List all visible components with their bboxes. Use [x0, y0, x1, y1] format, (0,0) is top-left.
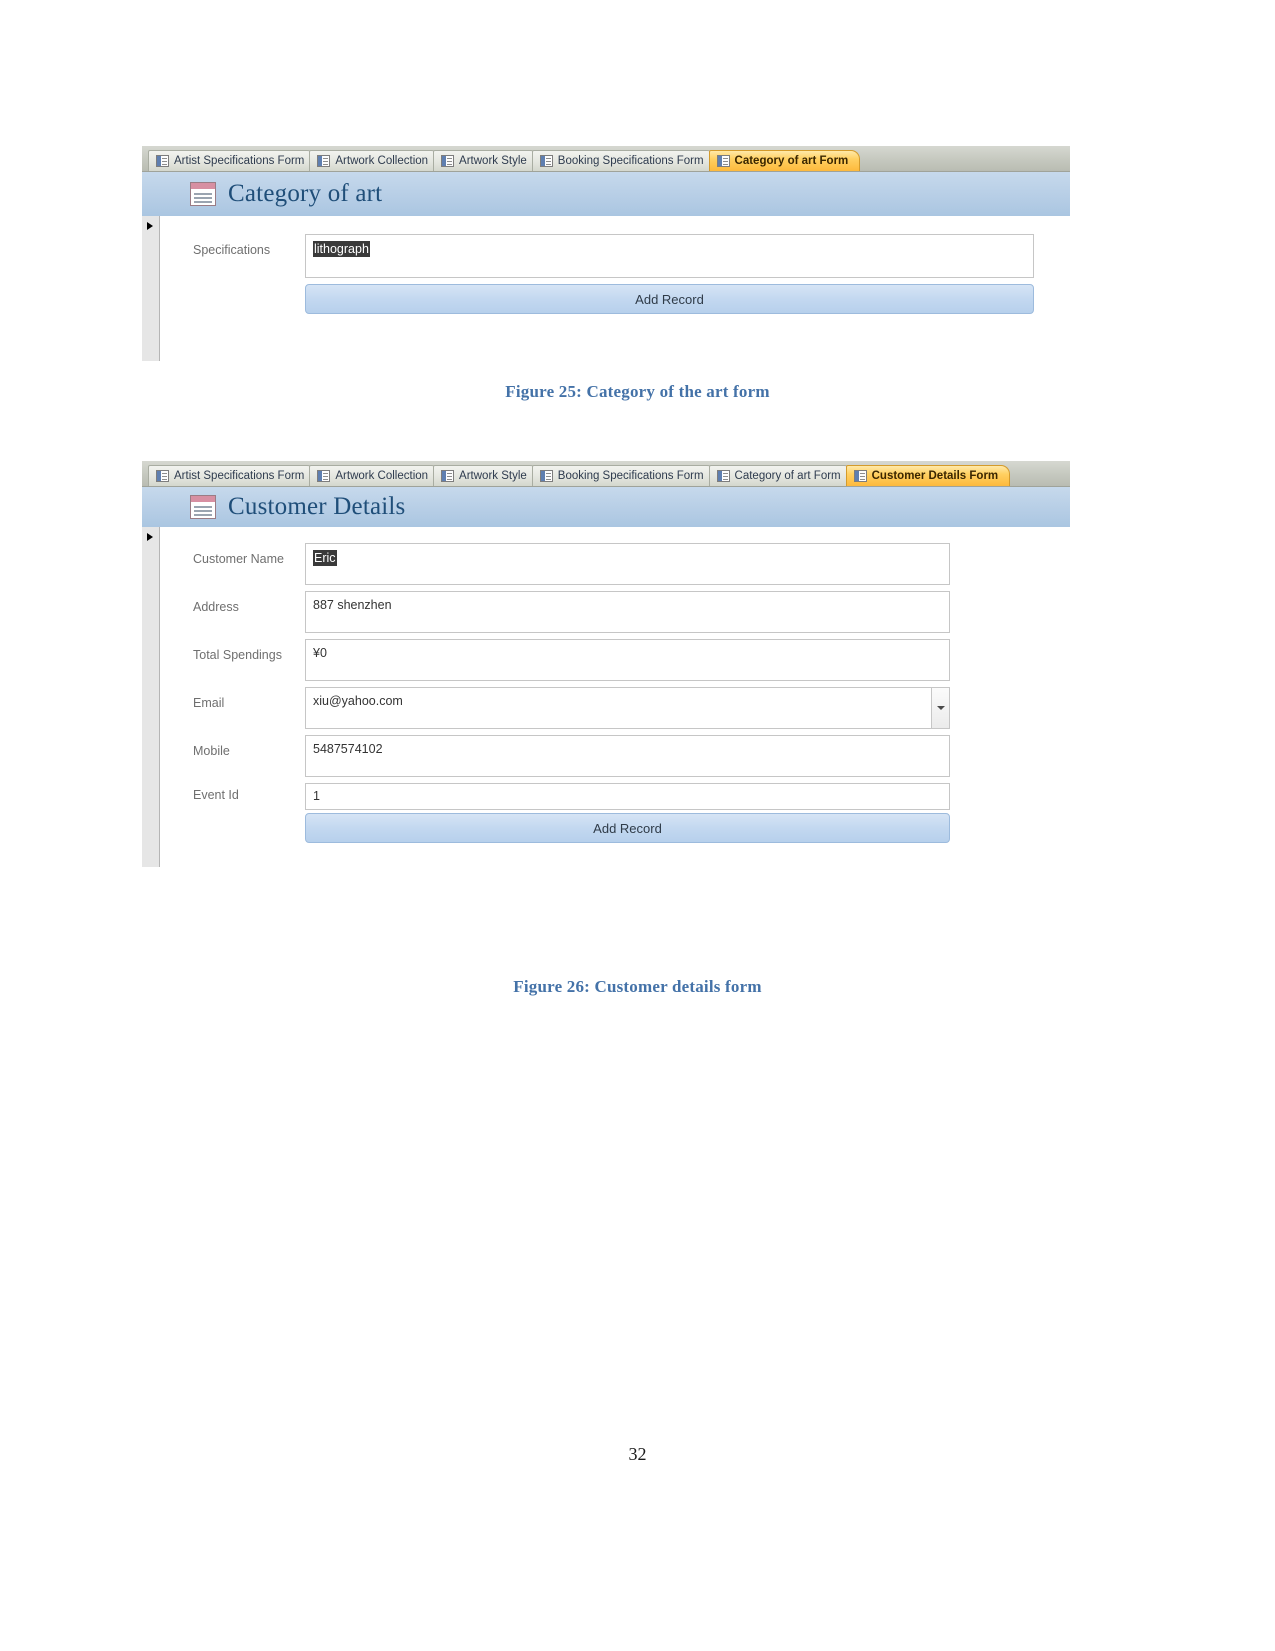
- tab-label: Artist Specifications Form: [174, 470, 305, 482]
- field-row-specifications: Specifications lithograph: [193, 234, 1034, 278]
- tab-artwork-collection[interactable]: Artwork Collection: [309, 465, 441, 486]
- form-icon: [716, 155, 730, 167]
- tab-booking-specifications-form[interactable]: Booking Specifications Form: [531, 465, 716, 486]
- tab-label: Artwork Style: [459, 155, 527, 167]
- chevron-down-icon[interactable]: [931, 688, 949, 728]
- event-id-label: Event Id: [193, 788, 239, 802]
- email-value: xiu@yahoo.com: [313, 694, 403, 708]
- form-body-customer: Customer Name Eric Address 887 shenzhen …: [142, 527, 1070, 867]
- add-record-button[interactable]: Add Record: [305, 813, 950, 843]
- field-row-address: Address 887 shenzhen: [193, 591, 950, 633]
- tab-label: Artwork Style: [459, 470, 527, 482]
- page-number: 32: [628, 1444, 647, 1464]
- form-icon: [853, 470, 867, 482]
- form-fields-customer: Customer Name Eric Address 887 shenzhen …: [160, 527, 1070, 867]
- tab-strip-customer: Artist Specifications Form Artwork Colle…: [142, 461, 1070, 487]
- figure-25-caption: Figure 25: Category of the art form: [505, 382, 770, 401]
- tab-label: Booking Specifications Form: [557, 470, 704, 482]
- field-row-customer-name: Customer Name Eric: [193, 543, 950, 585]
- tab-category-of-art-form[interactable]: Category of art Form: [708, 465, 853, 486]
- tab-artwork-collection[interactable]: Artwork Collection: [309, 150, 441, 171]
- page-title: Category of art: [228, 180, 383, 207]
- form-fields-category: Specifications lithograph Add Record: [160, 216, 1070, 361]
- record-selector[interactable]: [142, 216, 160, 361]
- tab-artist-specifications-form[interactable]: Artist Specifications Form: [148, 150, 317, 171]
- mobile-input[interactable]: 5487574102: [305, 735, 950, 777]
- tab-label: Category of art Form: [734, 155, 849, 167]
- form-icon: [441, 155, 455, 167]
- form-header-icon: [190, 182, 216, 206]
- total-spendings-label: Total Spendings: [193, 648, 282, 662]
- form-header-customer: Customer Details: [142, 487, 1070, 527]
- form-icon: [156, 155, 169, 167]
- form-icon: [317, 155, 331, 167]
- tab-artwork-style[interactable]: Artwork Style: [433, 465, 539, 486]
- address-input[interactable]: 887 shenzhen: [305, 591, 950, 633]
- form-icon: [716, 470, 730, 482]
- tab-label: Artwork Collection: [335, 155, 429, 167]
- record-selector-arrow-icon: [147, 222, 153, 230]
- tab-category-of-art-form[interactable]: Category of art Form: [708, 150, 861, 171]
- record-selector-arrow-icon: [147, 533, 153, 541]
- tab-label: Booking Specifications Form: [557, 155, 704, 167]
- tab-artist-specifications-form[interactable]: Artist Specifications Form: [148, 465, 317, 486]
- mobile-value: 5487574102: [313, 742, 383, 756]
- total-spendings-value: ¥0: [313, 646, 327, 660]
- tab-label: Artist Specifications Form: [174, 155, 305, 167]
- address-label: Address: [193, 600, 239, 614]
- add-record-button[interactable]: Add Record: [305, 284, 1034, 314]
- add-record-label: Add Record: [635, 291, 704, 307]
- total-spendings-input[interactable]: ¥0: [305, 639, 950, 681]
- form-icon: [156, 470, 169, 482]
- field-row-total-spendings: Total Spendings ¥0: [193, 639, 950, 681]
- page-title: Customer Details: [228, 493, 406, 520]
- tab-artwork-style[interactable]: Artwork Style: [433, 150, 539, 171]
- tab-strip-category: Artist Specifications Form Artwork Colle…: [142, 146, 1070, 172]
- customer-name-value: Eric: [313, 550, 337, 566]
- email-label: Email: [193, 696, 225, 710]
- category-of-art-form-window: Artist Specifications Form Artwork Colle…: [142, 146, 1070, 361]
- tab-label: Category of art Form: [734, 470, 841, 482]
- event-id-input[interactable]: 1: [305, 783, 950, 810]
- event-id-value: 1: [313, 789, 320, 803]
- add-record-label: Add Record: [593, 820, 662, 836]
- record-selector[interactable]: [142, 527, 160, 867]
- field-row-event-id: Event Id 1: [193, 783, 950, 810]
- field-row-email: Email xiu@yahoo.com: [193, 687, 950, 729]
- tab-customer-details-form[interactable]: Customer Details Form: [845, 465, 1011, 486]
- form-icon: [441, 470, 455, 482]
- form-header-icon: [190, 495, 216, 519]
- form-icon: [317, 470, 331, 482]
- tab-booking-specifications-form[interactable]: Booking Specifications Form: [531, 150, 716, 171]
- specifications-input[interactable]: lithograph: [305, 234, 1034, 278]
- specifications-value: lithograph: [313, 241, 370, 257]
- tab-label: Artwork Collection: [335, 470, 429, 482]
- customer-details-form-window: Artist Specifications Form Artwork Colle…: [142, 461, 1070, 867]
- form-icon: [539, 155, 553, 167]
- form-body-category: Specifications lithograph Add Record: [142, 216, 1070, 361]
- customer-name-label: Customer Name: [193, 552, 284, 566]
- form-icon: [539, 470, 553, 482]
- address-value: 887 shenzhen: [313, 598, 392, 612]
- field-row-mobile: Mobile 5487574102: [193, 735, 950, 777]
- form-header-category: Category of art: [142, 172, 1070, 216]
- mobile-label: Mobile: [193, 744, 230, 758]
- email-input[interactable]: xiu@yahoo.com: [305, 687, 950, 729]
- tab-label: Customer Details Form: [871, 470, 999, 482]
- specifications-label: Specifications: [193, 243, 271, 257]
- customer-name-input[interactable]: Eric: [305, 543, 950, 585]
- figure-26-caption: Figure 26: Customer details form: [513, 977, 762, 996]
